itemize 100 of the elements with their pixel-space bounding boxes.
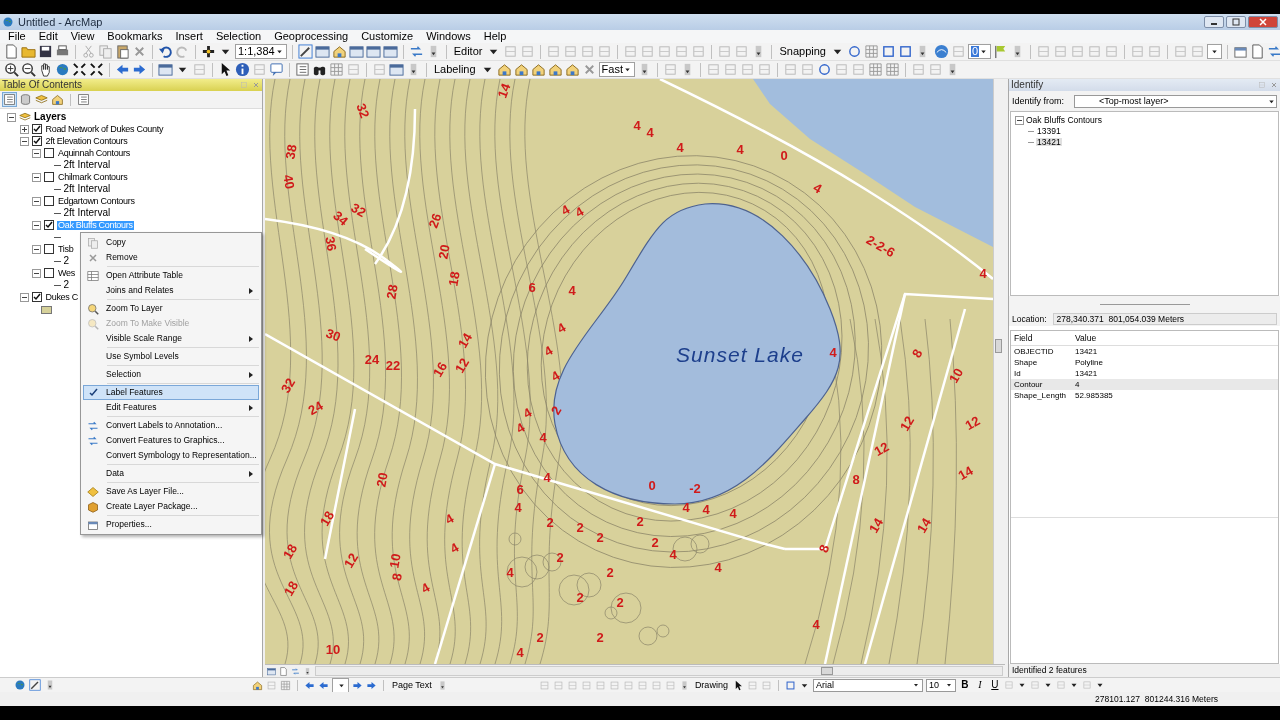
menu-item[interactable]: Convert Labels to Annotation... [83, 418, 259, 433]
layer-label[interactable]: Chilmark Contours [57, 172, 129, 182]
contour-label: 4 [514, 500, 522, 516]
bold-button[interactable]: B [958, 680, 971, 690]
layer-label[interactable]: Road Network of Dukes County [44, 124, 165, 134]
panel-title: Identify [1011, 80, 1044, 90]
drawing-menu-button[interactable]: Drawing [692, 680, 730, 690]
snapping-menu-button[interactable]: Snapping [777, 44, 828, 59]
result-layer-label[interactable]: Oak Bluffs Contours [1026, 115, 1102, 125]
coordinates-text: 278101.127 801244.316 Meters [1095, 694, 1218, 704]
menu-item[interactable]: Visible Scale Range [83, 331, 259, 349]
menu-item[interactable]: Joins and Relates [83, 283, 259, 301]
layer-group-label[interactable]: Layers [34, 112, 67, 122]
font-field[interactable]: Arial [812, 678, 923, 692]
menu-item[interactable]: Selection [83, 367, 259, 385]
contour-label: 4 [829, 345, 837, 361]
menu-item[interactable]: Create Layer Package... [83, 499, 259, 517]
contour-label: 6 [528, 280, 536, 296]
menu-item[interactable]: File [8, 31, 26, 42]
contour-label: 8 [388, 571, 405, 582]
contour-label: 2 [576, 590, 584, 606]
contour-label: 4 [558, 201, 573, 219]
result-feature-label[interactable]: 13391 [1036, 126, 1062, 136]
font-size-field[interactable]: 10 [925, 678, 956, 692]
contour-label: 14 [913, 515, 935, 536]
menu-item[interactable]: Convert Features to Graphics... [83, 433, 259, 448]
contour-label: 12 [896, 413, 918, 434]
italic-button[interactable]: I [973, 680, 986, 690]
table-row[interactable]: Shape Polyline [1011, 357, 1278, 368]
table-row[interactable]: Shape_Length 52.985385 [1011, 390, 1278, 401]
menu-item[interactable]: Save As Layer File... [83, 484, 259, 499]
table-row[interactable]: Id 13421 [1011, 368, 1278, 379]
menu-item[interactable]: Remove [83, 250, 259, 268]
contour-label: 2 [576, 520, 584, 536]
underline-button[interactable]: U [988, 680, 1001, 690]
contour-label: 2 [606, 565, 614, 581]
contour-label: 2-2-6 [863, 232, 898, 261]
layer-number-field[interactable]: 0 [967, 44, 992, 59]
layer-label[interactable]: Aquinnah Contours [57, 148, 131, 158]
contour-label: 2 [596, 630, 604, 646]
menu-item[interactable]: Geoprocessing [274, 31, 349, 42]
contour-label: 18 [280, 578, 302, 599]
page-text-menu-button[interactable]: Page Text [390, 680, 434, 690]
table-cell-text: Polyline [1074, 358, 1103, 367]
contour-label: 20 [373, 471, 391, 489]
scale-field[interactable]: 1:1,384 [235, 44, 287, 59]
legend-label: 2 [63, 280, 70, 290]
contour-label: 12 [340, 550, 362, 571]
label-quality-field[interactable]: Fast [598, 62, 635, 77]
menu-item[interactable]: Windows [426, 31, 471, 42]
menu-item[interactable]: Help [483, 31, 507, 42]
column-header: Field [1013, 333, 1034, 343]
menu-item[interactable]: Zoom To Layer [83, 301, 259, 316]
layer-label[interactable]: Tisb [57, 244, 75, 254]
menu-item[interactable]: Bookmarks [107, 31, 163, 42]
contour-label: 30 [324, 325, 343, 345]
contour-label: 4 [729, 506, 737, 522]
table-cell-text: 4 [1074, 380, 1080, 389]
menu-item[interactable]: Label Features [83, 385, 259, 400]
contour-label: 22 [385, 358, 401, 374]
menu-item[interactable]: View [70, 31, 95, 42]
table-cell-text: Shape [1013, 358, 1039, 367]
contour-label: 16 [429, 359, 451, 380]
contour-label: 38 [282, 143, 300, 161]
contour-label: 18 [279, 541, 301, 562]
contour-label: 10 [386, 552, 404, 570]
contour-label: 2 [616, 595, 624, 611]
contour-label: 24 [364, 352, 380, 368]
layer-label[interactable]: 2ft Elevation Contours [44, 136, 129, 146]
menu-item[interactable]: Properties... [83, 517, 259, 532]
menu-item[interactable]: Data [83, 466, 259, 484]
table-row[interactable]: Contour 4 [1011, 379, 1278, 390]
menu-item[interactable]: Copy [83, 235, 259, 250]
editor-menu-button[interactable]: Editor [451, 44, 485, 59]
menu-item[interactable]: Insert [175, 31, 203, 42]
menu-item[interactable]: Edit Features [83, 400, 259, 418]
result-feature-label[interactable]: 13421 [1036, 137, 1062, 147]
layer-label[interactable]: Dukes C [44, 292, 79, 302]
identify-from-dropdown[interactable]: <Top-most layer> [1074, 94, 1277, 108]
menu-item[interactable]: Convert Symbology to Representation... [83, 448, 259, 466]
menu-item[interactable]: Customize [361, 31, 414, 42]
menu-item[interactable]: Use Symbol Levels [83, 349, 259, 367]
lake-label: Sunset Lake [676, 343, 804, 366]
labeling-menu-button[interactable]: Labeling [432, 62, 478, 77]
contour-label: 10 [325, 642, 341, 658]
table-row[interactable]: OBJECTID 13421 [1011, 346, 1278, 357]
menu-item[interactable]: Selection [215, 31, 262, 42]
contour-label: 4 [812, 617, 820, 633]
table-cell-text: 13421 [1074, 369, 1098, 378]
menu-item[interactable]: Edit [38, 31, 58, 42]
field-label: Identify from: [1012, 96, 1065, 106]
layer-label[interactable]: Wes [57, 268, 76, 278]
menu-item[interactable]: Open Attribute Table [83, 268, 259, 283]
contour-label: 4 [516, 645, 524, 661]
contour-label: 36 [322, 235, 340, 253]
contour-label: 28 [383, 283, 401, 301]
contour-label: 4 [506, 565, 514, 581]
layer-label[interactable]: Edgartown Contours [57, 196, 136, 206]
contour-label: 4 [513, 419, 528, 437]
contour-label: 10 [945, 365, 967, 386]
